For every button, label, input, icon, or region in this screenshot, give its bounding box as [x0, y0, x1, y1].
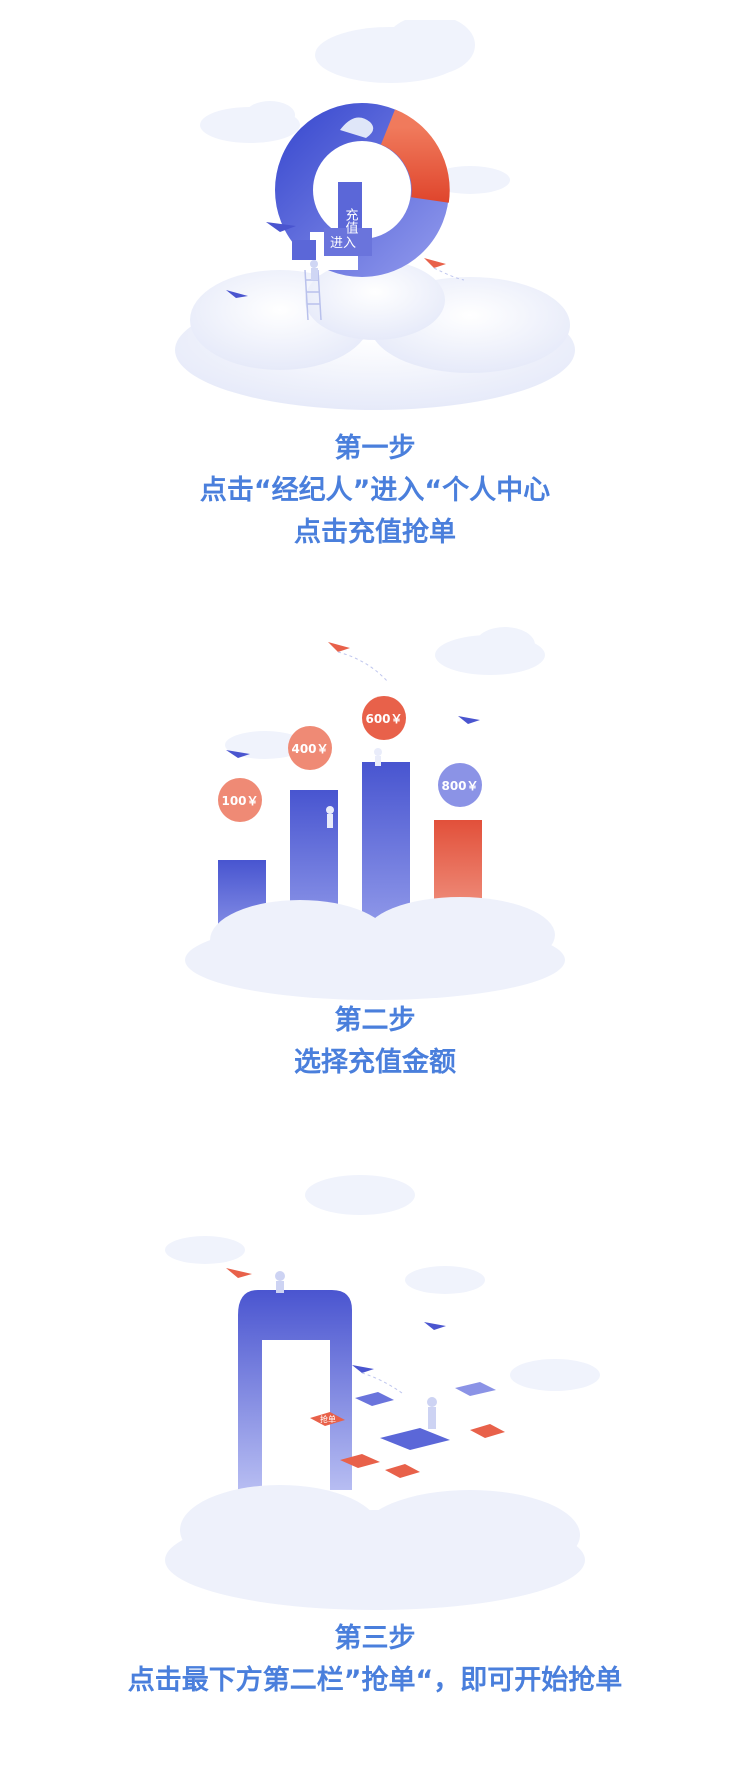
- paper-plane-icon: [352, 1365, 374, 1373]
- amount-bubble-600[interactable]: 600￥: [365, 712, 402, 726]
- step-1-section: 充值 进入 第一步 点击“经纪人”进入“个人中心 点击充值抢单: [0, 0, 750, 560]
- step-2-illustration: 100￥ 400￥ 600￥ 800￥: [185, 627, 565, 1000]
- cloud-icon: [165, 1175, 600, 1391]
- step-3-title: 第三步: [334, 1623, 416, 1654]
- step-1-line-3: 点击充值抢单: [294, 517, 456, 548]
- recharge-label: 充值: [343, 207, 359, 235]
- person-icon: [275, 1271, 285, 1293]
- step-3-caption: 第三步 点击最下方第二栏”抢单“，即可开始抢单: [0, 1618, 750, 1702]
- step-3-illustration: 抢单: [165, 1175, 600, 1610]
- step-2-section: 100￥ 400￥ 600￥ 800￥ 第二步 选择充值金额: [0, 600, 750, 1120]
- step-1-line-2: 点击“经纪人”进入“个人中心: [199, 475, 551, 506]
- amount-bubble-800[interactable]: 800￥: [441, 779, 478, 793]
- step-1-illustration: 充值 进入: [175, 20, 575, 410]
- phone-icon: [238, 1290, 352, 1490]
- cloud-icon: [165, 1485, 585, 1610]
- step-1-title: 第一步: [334, 433, 416, 464]
- paper-plane-icon: [226, 1268, 252, 1278]
- step-1-caption: 第一步 点击“经纪人”进入“个人中心 点击充值抢单: [0, 428, 750, 554]
- person-icon: [310, 260, 318, 280]
- paper-plane-icon: [458, 716, 480, 724]
- person-icon: [427, 1397, 437, 1429]
- paper-plane-icon: [424, 258, 446, 268]
- paper-plane-icon: [328, 642, 350, 652]
- enter-label: 进入: [330, 236, 356, 251]
- paper-plane-icon: [424, 1322, 446, 1330]
- amount-bubble-400[interactable]: 400￥: [291, 742, 328, 756]
- step-2-title: 第二步: [334, 1005, 416, 1036]
- tile-label: 抢单: [320, 1414, 336, 1424]
- step-2-caption: 第二步 选择充值金额: [0, 1000, 750, 1084]
- step-2-line-2: 选择充值金额: [294, 1047, 456, 1078]
- cloud-icon: [175, 260, 575, 410]
- step-3-section: 抢单 第三步 点击最下方第二栏”抢单“，即可开始抢单: [0, 1160, 750, 1789]
- recharge-ring: [275, 103, 450, 277]
- step-3-line-2: 点击最下方第二栏”抢单“，即可开始抢单: [127, 1665, 623, 1696]
- amount-bubble-100[interactable]: 100￥: [221, 794, 258, 808]
